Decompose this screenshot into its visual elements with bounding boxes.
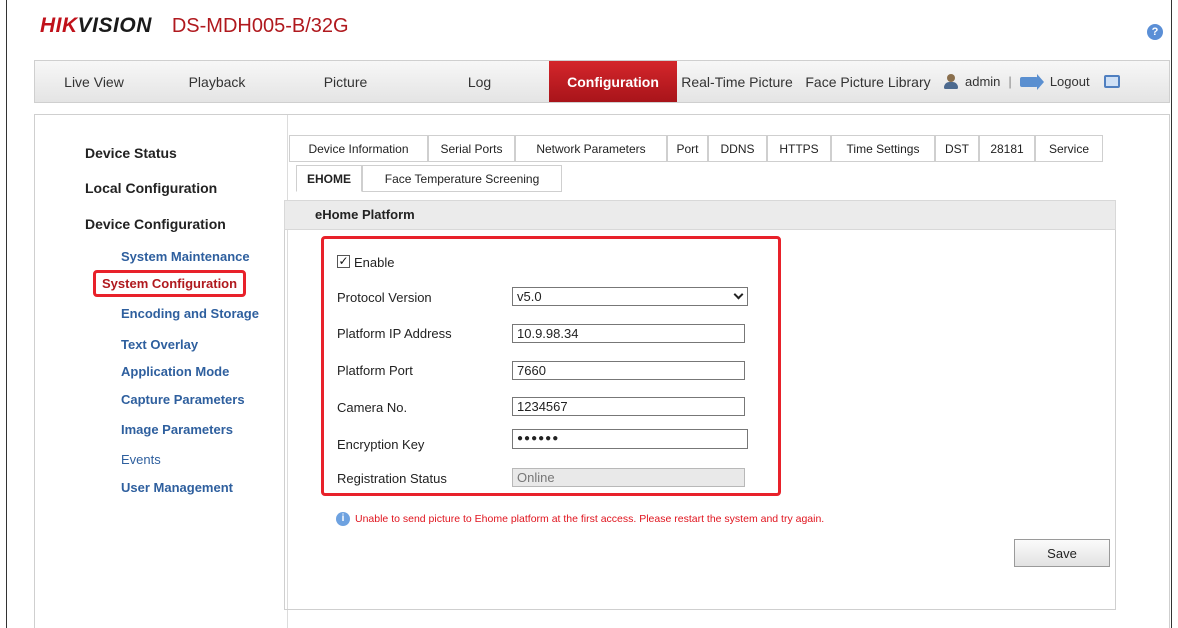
protocol-version-label: Protocol Version [337,290,432,305]
nav-configuration[interactable]: Configuration [549,61,677,102]
sidebar: Device Status Local Configuration Device… [35,115,288,628]
tab-ehome[interactable]: EHOME [296,165,362,192]
tab-time-settings[interactable]: Time Settings [831,135,935,162]
enable-checkbox[interactable]: ✓ [337,255,350,268]
enable-label: Enable [354,255,395,270]
tab-ddns[interactable]: DDNS [708,135,767,162]
sidebar-item-events[interactable]: Events [121,452,161,467]
tab-dst[interactable]: DST [935,135,979,162]
system-configuration-highlight: System Configuration [93,270,247,297]
info-icon: i [336,512,350,526]
fullscreen-icon[interactable] [1103,75,1120,88]
user-area: admin | Logout [943,61,1120,102]
sidebar-item-encoding-and-storage[interactable]: Encoding and Storage [121,306,259,321]
warning-message: Unable to send picture to Ehome platform… [355,513,825,525]
registration-status-field: Online [512,468,745,487]
sidebar-item-text-overlay[interactable]: Text Overlay [121,337,198,352]
username: admin [965,74,1001,89]
nav-separator: | [1008,74,1012,89]
sidebar-item-image-parameters[interactable]: Image Parameters [121,422,233,437]
encryption-key-label: Encryption Key [337,437,425,452]
top-nav: Live View Playback Picture Log Configura… [34,60,1170,103]
tab-https[interactable]: HTTPS [767,135,831,162]
section-title: eHome Platform [284,200,1116,230]
platform-ip-input[interactable]: 10.9.98.34 [512,324,745,343]
platform-port-input[interactable]: 7660 [512,361,745,380]
chevron-down-icon [733,289,744,300]
hikvision-logo: HIKVISION [40,14,152,37]
help-icon[interactable]: ? [1147,24,1163,40]
sidebar-local-configuration[interactable]: Local Configuration [85,180,217,196]
nav-picture[interactable]: Picture [281,61,410,102]
tab-network-parameters[interactable]: Network Parameters [515,135,667,162]
nav-log[interactable]: Log [410,61,549,102]
camera-no-input[interactable]: 1234567 [512,397,745,416]
protocol-version-select[interactable]: v5.0 [512,287,748,306]
platform-ip-label: Platform IP Address [337,326,452,341]
brand: HIKVISION DS-MDH005-B/32G [40,14,349,40]
nav-live-view[interactable]: Live View [35,61,153,102]
tab-device-information[interactable]: Device Information [289,135,428,162]
registration-status-label: Registration Status [337,471,447,486]
camera-no-label: Camera No. [337,400,408,415]
platform-port-label: Platform Port [337,363,413,378]
logout-link[interactable]: Logout [1050,74,1090,89]
logout-icon[interactable] [1019,73,1044,90]
tab-serial-ports[interactable]: Serial Ports [428,135,515,162]
tab-face-temperature-screening[interactable]: Face Temperature Screening [362,165,562,192]
sidebar-item-system-maintenance[interactable]: System Maintenance [121,249,250,264]
tab-port[interactable]: Port [667,135,708,162]
sidebar-item-system-configuration[interactable]: System Configuration [93,270,247,297]
save-button[interactable]: Save [1014,539,1110,567]
tab-28181[interactable]: 28181 [979,135,1035,162]
nav-playback[interactable]: Playback [153,61,281,102]
nav-real-time-picture[interactable]: Real-Time Picture [677,61,797,102]
protocol-version-value: v5.0 [517,289,542,304]
device-model: DS-MDH005-B/32G [171,15,349,37]
sidebar-device-status[interactable]: Device Status [85,145,177,161]
encryption-key-input[interactable]: ●●●●●● [512,429,748,449]
sidebar-item-user-management[interactable]: User Management [121,480,233,495]
sidebar-item-application-mode[interactable]: Application Mode [121,364,229,379]
tab-service[interactable]: Service [1035,135,1103,162]
sidebar-item-capture-parameters[interactable]: Capture Parameters [121,392,245,407]
nav-face-picture-library[interactable]: Face Picture Library [797,61,939,102]
sidebar-device-configuration[interactable]: Device Configuration [85,216,226,232]
user-icon [943,73,959,90]
